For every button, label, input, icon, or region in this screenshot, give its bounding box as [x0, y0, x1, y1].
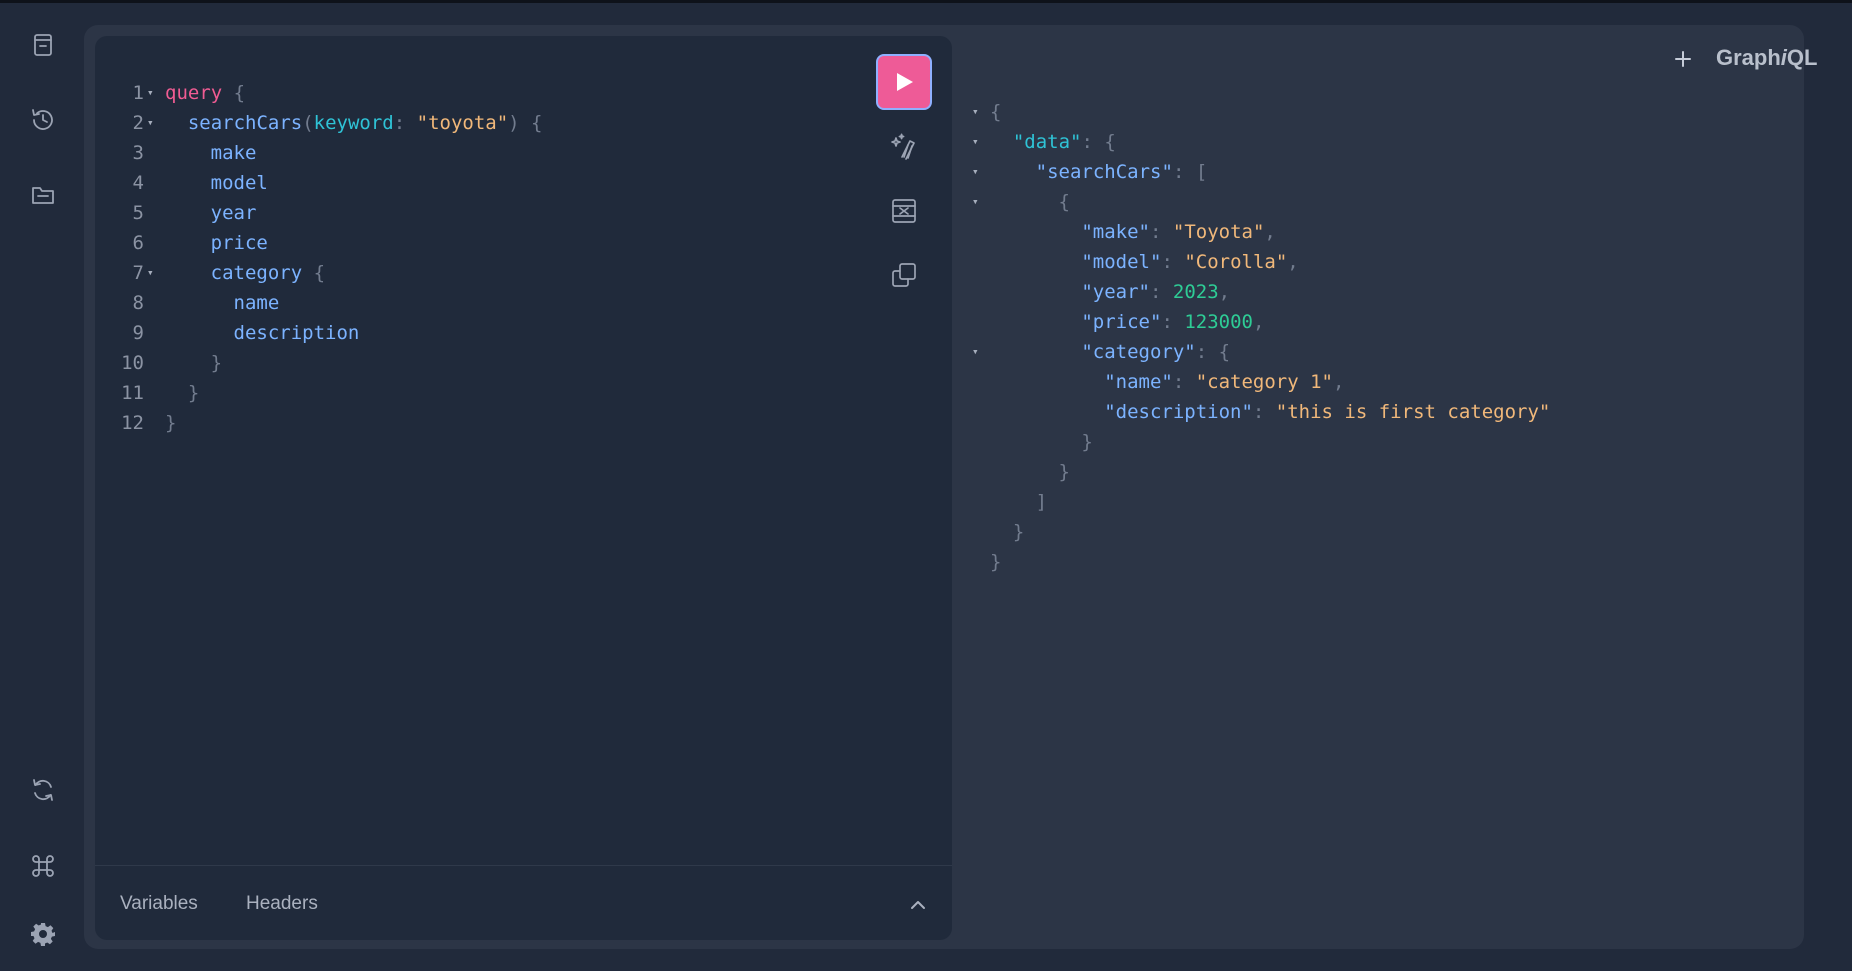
result-line-code: }: [990, 547, 1001, 577]
plus-icon: [1675, 51, 1691, 67]
code-token: : {: [1195, 341, 1231, 363]
code-token: "category": [1081, 341, 1196, 363]
result-line: ▾ "searchCars": [: [0, 157, 1800, 187]
result-line: ▾{: [0, 187, 1800, 217]
result-line-code: "description": "this is first category": [1104, 397, 1550, 427]
fold-caret-icon[interactable]: ▾: [972, 187, 979, 217]
code-token: ]: [1035, 491, 1048, 513]
result-line: ▾ "category": {: [0, 337, 1800, 367]
fold-caret-icon[interactable]: ▾: [972, 97, 979, 127]
graphiql-logo: GraphiQL: [1716, 45, 1818, 70]
result-line: ▾{: [0, 97, 1800, 127]
code-token: : [: [1172, 161, 1208, 183]
result-line-code: "category": {: [1081, 337, 1230, 367]
code-token: : {: [1081, 131, 1116, 153]
code-token: 123000: [1184, 311, 1253, 333]
code-token: ,: [1218, 281, 1231, 303]
code-token: {: [1058, 191, 1070, 213]
code-token: :: [1150, 221, 1173, 243]
code-token: "price": [1081, 311, 1162, 333]
result-line: "name": "category 1",: [0, 367, 1800, 397]
code-token: "model": [1081, 251, 1162, 273]
result-line: "description": "this is first category": [0, 397, 1800, 427]
editor-tools-divider: [95, 865, 952, 866]
code-token: 2023: [1172, 281, 1219, 303]
code-token: :: [1161, 251, 1185, 273]
result-line-code: "price": 123000,: [1081, 307, 1264, 337]
docs-icon[interactable]: [26, 28, 60, 62]
result-line: ]: [0, 487, 1800, 517]
result-line-code: ]: [1036, 487, 1047, 517]
result-line: "model": "Corolla",: [0, 247, 1800, 277]
code-token: {: [990, 101, 1002, 123]
code-token: "Corolla": [1184, 251, 1288, 273]
code-token: :: [1161, 311, 1185, 333]
shortcuts-icon[interactable]: [26, 849, 60, 883]
code-token: "category 1": [1195, 371, 1333, 393]
code-token: "this is first category": [1275, 401, 1551, 423]
code-token: "name": [1104, 371, 1173, 393]
result-line-code: "searchCars": [: [1036, 157, 1208, 187]
code-token: ,: [1264, 221, 1276, 243]
result-line: }: [0, 547, 1800, 577]
result-line: ▾ "data": {: [0, 127, 1800, 157]
code-token: }: [990, 551, 1002, 573]
code-token: "description": [1104, 401, 1253, 423]
code-token: "year": [1081, 281, 1150, 303]
code-token: :: [1172, 371, 1196, 393]
chevron-up-icon[interactable]: [906, 893, 930, 917]
result-line-code: "make": "Toyota",: [1081, 217, 1276, 247]
result-line: "year": 2023,: [0, 277, 1800, 307]
code-token: }: [1058, 461, 1070, 483]
result-line-code: }: [1013, 517, 1024, 547]
code-token: "Toyota": [1172, 221, 1265, 243]
code-token: }: [1012, 521, 1025, 543]
tab-variables[interactable]: Variables: [120, 893, 198, 915]
result-line-code: }: [1081, 427, 1092, 457]
result-line-code: }: [1059, 457, 1070, 487]
add-tab-button[interactable]: [1668, 44, 1698, 74]
result-line-code: "model": "Corolla",: [1081, 247, 1298, 277]
code-token: }: [1081, 431, 1093, 453]
fold-caret-icon[interactable]: ▾: [972, 157, 979, 187]
result-line: "price": 123000,: [0, 307, 1800, 337]
result-line-code: "data": {: [1013, 127, 1116, 157]
result-line-code: {: [990, 97, 1001, 127]
result-line: }: [0, 457, 1800, 487]
execute-play-icon: [897, 73, 913, 91]
code-token: "make": [1081, 221, 1150, 243]
result-line: }: [0, 427, 1800, 457]
code-token: ,: [1333, 371, 1345, 393]
code-token: ,: [1287, 251, 1299, 273]
result-line-code: "year": 2023,: [1081, 277, 1230, 307]
refetch-schema-icon[interactable]: [26, 773, 60, 807]
result-line: "make": "Toyota",: [0, 217, 1800, 247]
result-line: }: [0, 517, 1800, 547]
code-token: "searchCars": [1035, 161, 1173, 183]
settings-icon[interactable]: [26, 917, 60, 951]
code-token: :: [1252, 401, 1276, 423]
result-line-code: "name": "category 1",: [1104, 367, 1344, 397]
code-token: ,: [1252, 311, 1265, 333]
code-token: :: [1150, 281, 1173, 303]
tab-headers[interactable]: Headers: [246, 893, 318, 915]
code-token: "data": [1012, 131, 1082, 153]
result-line-code: {: [1059, 187, 1070, 217]
window-top-edge: [0, 0, 1852, 3]
fold-caret-icon[interactable]: ▾: [972, 337, 979, 367]
fold-caret-icon[interactable]: ▾: [972, 127, 979, 157]
